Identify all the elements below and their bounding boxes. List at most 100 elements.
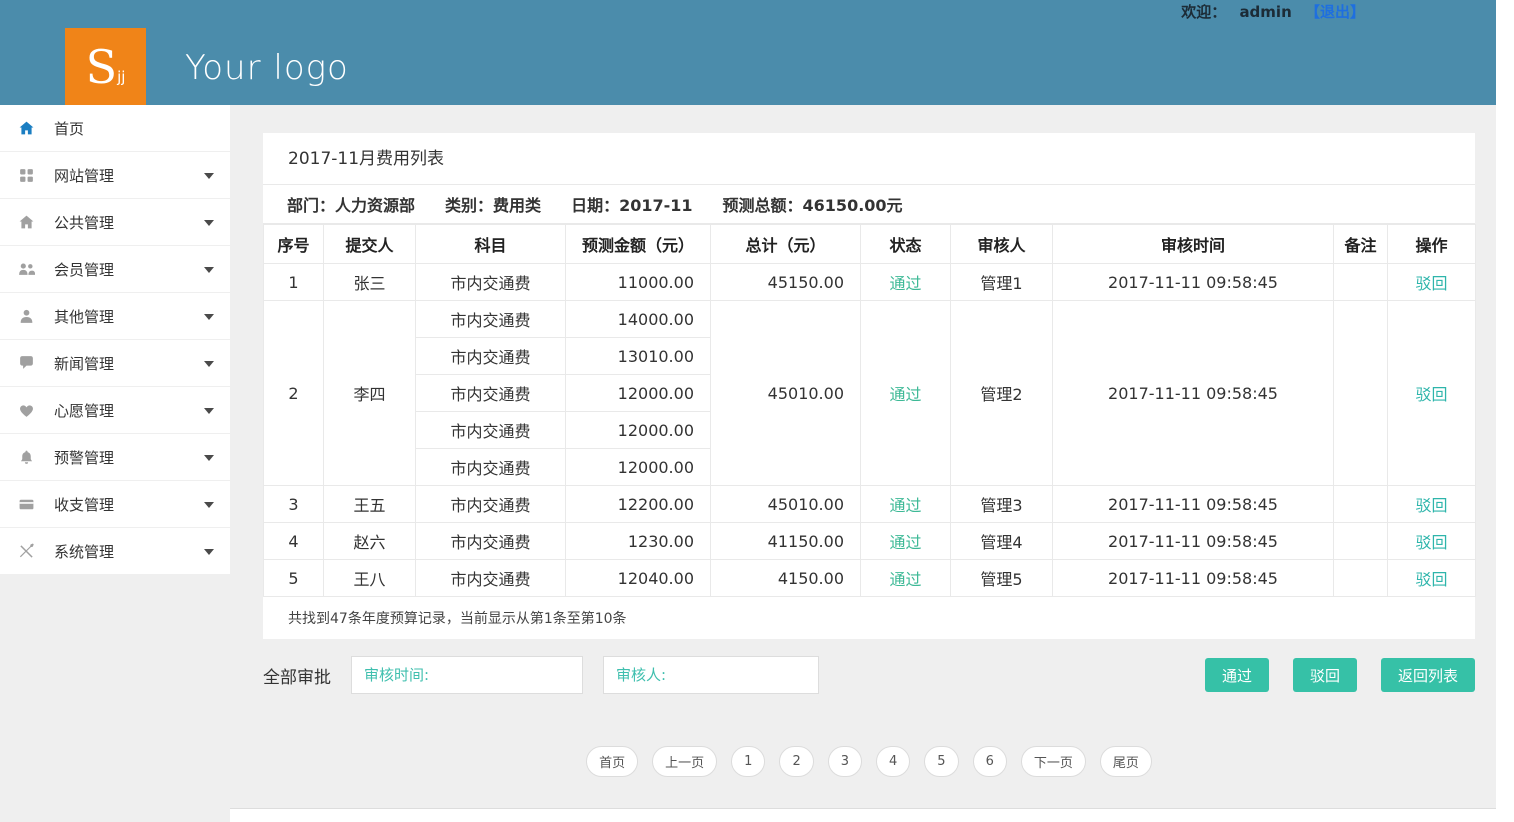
welcome-label: 欢迎： (1181, 3, 1226, 21)
auditor-cell: 管理4 (951, 523, 1053, 560)
sidebar-item-site-management[interactable]: 网站管理 (0, 152, 230, 199)
sidebar-item-label: 网站管理 (54, 165, 114, 186)
status-pass-link[interactable]: 通过 (889, 533, 921, 552)
reject-button[interactable]: 驳回 (1293, 658, 1357, 692)
caret-down-icon (204, 173, 214, 179)
total-cell: 45010.00 (711, 301, 861, 486)
amount-cell: 12000.00 (566, 449, 711, 486)
serial-cell: 3 (264, 486, 324, 523)
sidebar-item-system-management[interactable]: 系统管理 (0, 528, 230, 575)
note-cell (1334, 560, 1388, 597)
page-footer (230, 808, 1496, 822)
batch-approval-label: 全部审批 (263, 663, 331, 688)
submitter-cell: 王五 (324, 486, 416, 523)
comment-icon (18, 355, 40, 372)
status-pass-link[interactable]: 通过 (889, 570, 921, 589)
subject-cell: 市内交通费 (416, 560, 566, 597)
sidebar-item-label: 预警管理 (54, 447, 114, 468)
page-first-button[interactable]: 首页 (586, 746, 638, 777)
amount-cell: 12000.00 (566, 412, 711, 449)
col-serial: 序号 (264, 225, 324, 264)
page-last-button[interactable]: 尾页 (1100, 746, 1152, 777)
reject-link[interactable]: 驳回 (1415, 496, 1447, 515)
audit-time-cell: 2017-11-11 09:58:45 (1053, 523, 1334, 560)
page-prev-button[interactable]: 上一页 (652, 746, 717, 777)
sidebar-item-other-management[interactable]: 其他管理 (0, 293, 230, 340)
reject-link[interactable]: 驳回 (1415, 570, 1447, 589)
page-1-button[interactable]: 1 (731, 746, 765, 777)
submitter-cell: 李四 (324, 301, 416, 486)
status-cell: 通过 (861, 301, 951, 486)
status-cell: 通过 (861, 560, 951, 597)
approve-button[interactable]: 通过 (1205, 658, 1269, 692)
summary-category: 类别：费用类 (445, 192, 541, 216)
sidebar-item-label: 系统管理 (54, 541, 114, 562)
sidebar-item-finance-management[interactable]: 收支管理 (0, 481, 230, 528)
audit-time-cell: 2017-11-11 09:58:45 (1053, 264, 1334, 301)
total-cell: 45010.00 (711, 486, 861, 523)
audit-time-cell: 2017-11-11 09:58:45 (1053, 486, 1334, 523)
sidebar-item-label: 其他管理 (54, 306, 114, 327)
sidebar-item-label: 公共管理 (54, 212, 114, 233)
status-pass-link[interactable]: 通过 (889, 496, 921, 515)
sidebar-item-public-management[interactable]: 公共管理 (0, 199, 230, 246)
auditor-input[interactable] (603, 656, 819, 694)
summary-total: 预测总额：46150.00元 (723, 192, 903, 216)
page: 欢迎： admin 【退出】 S jj Your logo 首页 网站管理 (0, 0, 1514, 822)
page-2-button[interactable]: 2 (779, 746, 813, 777)
amount-cell: 12040.00 (566, 560, 711, 597)
col-auditor: 审核人 (951, 225, 1053, 264)
house-icon (18, 214, 40, 231)
note-cell (1334, 301, 1388, 486)
logout-link[interactable]: 【退出】 (1305, 3, 1365, 21)
page-4-button[interactable]: 4 (876, 746, 910, 777)
sidebar-item-news-management[interactable]: 新闻管理 (0, 340, 230, 387)
col-submitter: 提交人 (324, 225, 416, 264)
amount-cell: 12000.00 (566, 375, 711, 412)
sidebar-item-wish-management[interactable]: 心愿管理 (0, 387, 230, 434)
total-cell: 4150.00 (711, 560, 861, 597)
status-pass-link[interactable]: 通过 (889, 385, 921, 404)
caret-down-icon (204, 408, 214, 414)
scrollbar-track[interactable] (1496, 0, 1514, 822)
status-cell: 通过 (861, 486, 951, 523)
table-header-row: 序号 提交人 科目 预测金额（元） 总计（元） 状态 审核人 审核时间 备注 操… (264, 225, 1476, 264)
reject-link[interactable]: 驳回 (1415, 533, 1447, 552)
auditor-cell: 管理1 (951, 264, 1053, 301)
subject-cell: 市内交通费 (416, 523, 566, 560)
page-6-button[interactable]: 6 (973, 746, 1007, 777)
subject-cell: 市内交通费 (416, 449, 566, 486)
audit-time-input[interactable] (351, 656, 583, 694)
table-row: 1 张三 市内交通费 11000.00 45150.00 通过 管理1 2017… (264, 264, 1476, 301)
logo-badge-sub: jj (117, 68, 125, 86)
submitter-cell: 赵六 (324, 523, 416, 560)
sidebar: 首页 网站管理 公共管理 会员管理 其他管理 (0, 105, 230, 575)
col-note: 备注 (1334, 225, 1388, 264)
sidebar-item-warning-management[interactable]: 预警管理 (0, 434, 230, 481)
caret-down-icon (204, 455, 214, 461)
caret-down-icon (204, 314, 214, 320)
col-action: 操作 (1388, 225, 1476, 264)
col-status: 状态 (861, 225, 951, 264)
page-next-button[interactable]: 下一页 (1021, 746, 1086, 777)
tools-icon (18, 543, 40, 560)
table-row: 2 李四 市内交通费 14000.00 45010.00 通过 管理2 2017… (264, 301, 1476, 338)
status-pass-link[interactable]: 通过 (889, 274, 921, 293)
result-count-note: 共找到47条年度预算记录，当前显示从第1条至第10条 (263, 597, 1475, 639)
subject-cell: 市内交通费 (416, 486, 566, 523)
table-row: 4 赵六 市内交通费 1230.00 41150.00 通过 管理4 2017-… (264, 523, 1476, 560)
back-to-list-button[interactable]: 返回列表 (1381, 658, 1475, 692)
pagination: 首页 上一页 1 2 3 4 5 6 下一页 尾页 (263, 746, 1475, 777)
reject-link[interactable]: 驳回 (1415, 385, 1447, 404)
sidebar-item-home[interactable]: 首页 (0, 105, 230, 152)
summary-dept: 部门：人力资源部 (287, 192, 415, 216)
logo-badge-letter: S (86, 44, 118, 90)
page-3-button[interactable]: 3 (828, 746, 862, 777)
page-5-button[interactable]: 5 (924, 746, 958, 777)
expense-panel: 2017-11月费用列表 部门：人力资源部 类别：费用类 日期：2017-11 … (263, 133, 1475, 639)
caret-down-icon (204, 220, 214, 226)
reject-link[interactable]: 驳回 (1415, 274, 1447, 293)
amount-cell: 13010.00 (566, 338, 711, 375)
sidebar-item-member-management[interactable]: 会员管理 (0, 246, 230, 293)
note-cell (1334, 264, 1388, 301)
